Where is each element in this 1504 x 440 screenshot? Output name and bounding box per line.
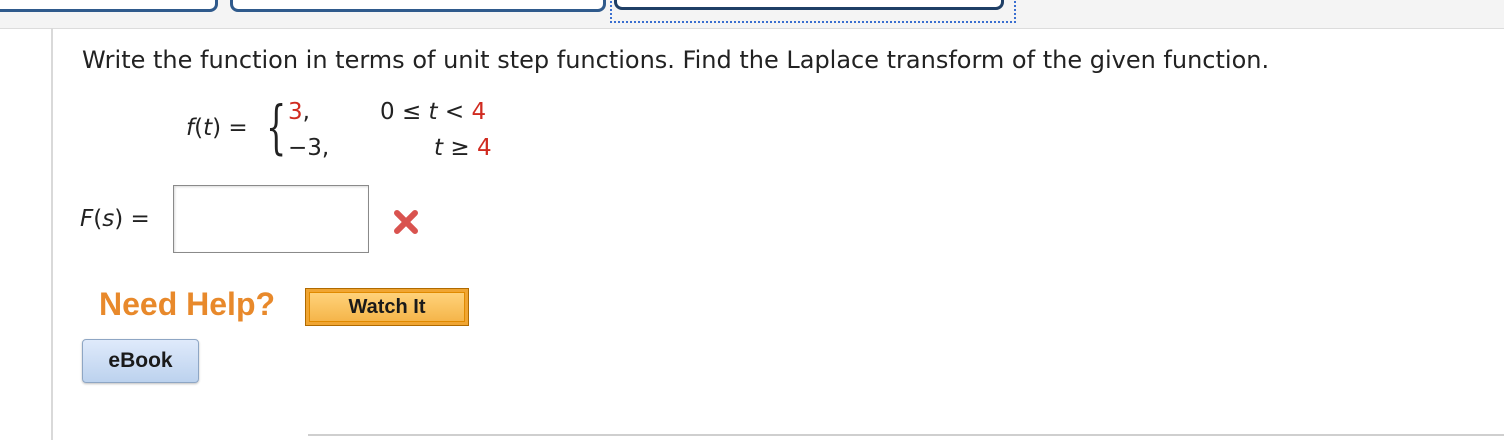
tab-bar [0,0,1504,29]
case-2-condition: t ≥ 4 [434,135,492,161]
case-2-value: −3, [288,135,330,161]
watch-it-button[interactable]: Watch It [305,288,469,326]
need-help-heading: Need Help? [99,286,276,322]
question-text: Write the function in terms of unit step… [82,46,1270,74]
tab-part[interactable] [230,0,606,12]
answer-label: F(s) = [80,206,150,232]
answer-input[interactable] [173,185,369,253]
watch-it-label: Watch It [309,292,465,322]
tab-previous[interactable] [0,0,218,12]
left-divider [51,28,53,440]
bottom-divider [308,434,1504,436]
case-1-value: 3, [288,99,310,125]
ebook-button[interactable]: eBook [82,339,199,383]
piecewise-brace: { [266,93,287,161]
tab-current[interactable] [614,0,1004,10]
case-1-condition: 0 ≤ t < 4 [380,99,487,125]
wrong-x-icon [394,210,418,234]
function-lhs: f(t) = [186,115,248,141]
